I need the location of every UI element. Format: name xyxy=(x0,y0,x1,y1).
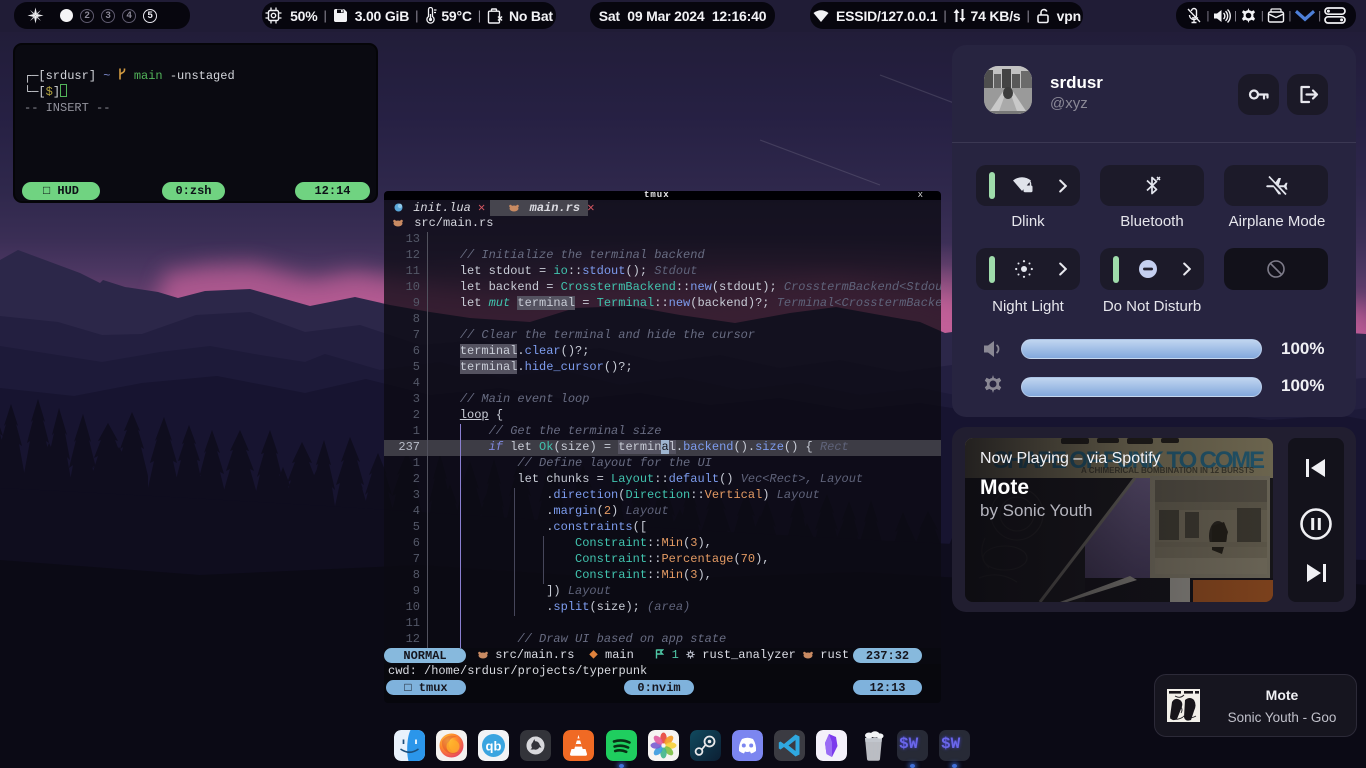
svg-text:qb: qb xyxy=(486,739,502,754)
